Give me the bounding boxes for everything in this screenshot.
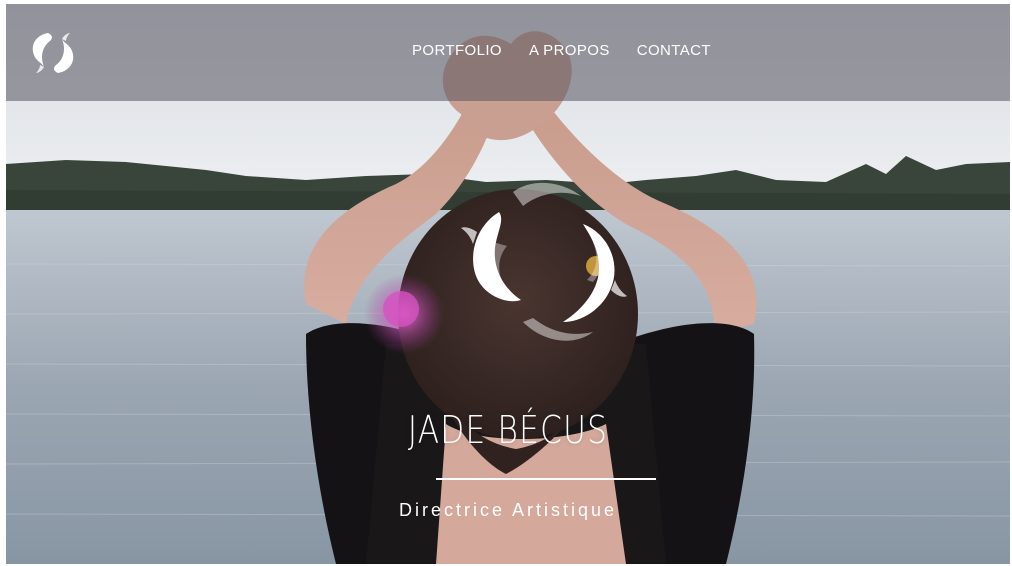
top-navbar: PORTFOLIO A PROPOS CONTACT — [6, 4, 1010, 101]
page: PORTFOLIO A PROPOS CONTACT JADE BÉCUS Di — [6, 4, 1010, 564]
main-menu: PORTFOLIO A PROPOS CONTACT — [412, 41, 711, 61]
nav-item-contact[interactable]: CONTACT — [637, 41, 711, 61]
nav-item-portfolio[interactable]: PORTFOLIO — [412, 41, 502, 61]
nav-item-a-propos[interactable]: A PROPOS — [529, 41, 610, 61]
koi-fish-logo-icon[interactable] — [26, 27, 80, 79]
